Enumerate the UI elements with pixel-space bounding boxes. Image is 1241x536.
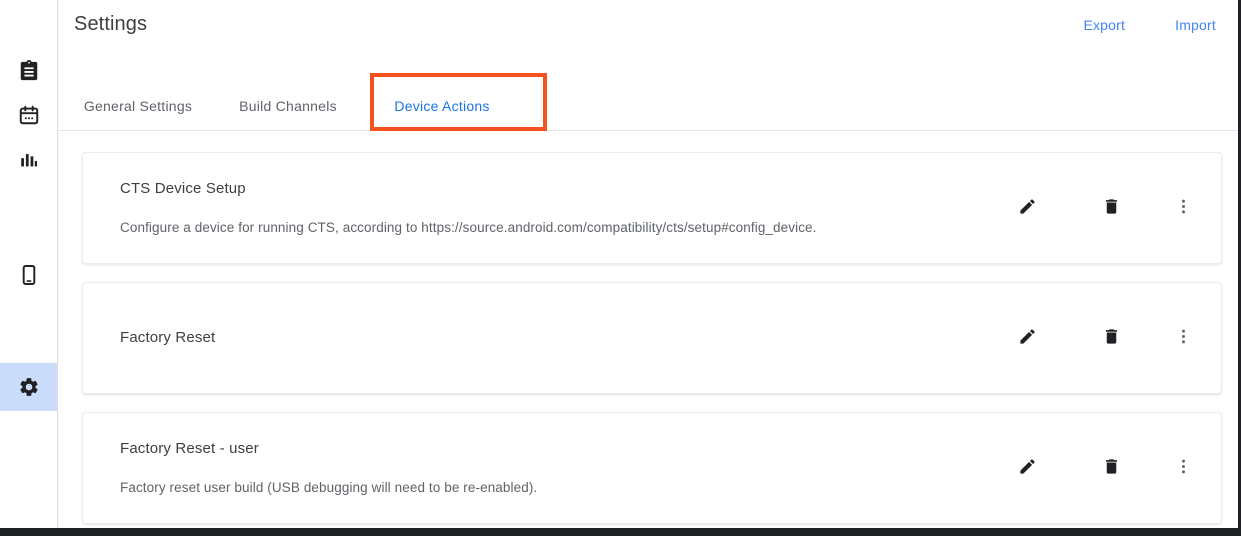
import-button[interactable]: Import (1175, 17, 1216, 33)
edit-button[interactable] (1007, 318, 1047, 358)
device-action-title: CTS Device Setup (120, 179, 246, 197)
delete-button[interactable] (1091, 188, 1131, 228)
trash-icon (1102, 197, 1121, 219)
device-action-text: CTS Device Setup Configure a device for … (83, 179, 1007, 238)
gear-icon (18, 376, 40, 398)
device-action-controls (1007, 448, 1221, 488)
tab-bar: General Settings Build Channels Device A… (74, 82, 506, 130)
more-options-button[interactable] (1163, 448, 1203, 488)
device-actions-panel: CTS Device Setup Configure a device for … (58, 131, 1238, 528)
pencil-icon (1018, 197, 1037, 219)
device-action-controls (1007, 318, 1221, 358)
device-action-description: Configure a device for running CTS, acco… (120, 219, 817, 235)
sidebar-item-devices[interactable] (0, 251, 57, 299)
pencil-icon (1018, 457, 1037, 479)
header-actions: Export Import (1083, 17, 1216, 33)
device-actions-list: CTS Device Setup Configure a device for … (58, 131, 1238, 524)
sidebar-rail (0, 0, 58, 528)
sidebar-item-settings[interactable] (0, 363, 57, 411)
more-options-button[interactable] (1163, 188, 1203, 228)
tab-build-channels[interactable]: Build Channels (224, 82, 352, 130)
export-button[interactable]: Export (1083, 17, 1125, 33)
more-vertical-icon (1174, 197, 1193, 219)
sidebar-item-reports[interactable] (0, 136, 57, 184)
edit-button[interactable] (1007, 188, 1047, 228)
device-action-text: Factory Reset - user Factory reset user … (83, 439, 1007, 498)
device-action-description: Factory reset user build (USB debugging … (120, 479, 538, 495)
page-title: Settings (74, 13, 148, 35)
device-action-card[interactable]: CTS Device Setup Configure a device for … (82, 152, 1222, 264)
edit-button[interactable] (1007, 448, 1047, 488)
clipboard-icon (18, 60, 40, 82)
calendar-icon (18, 104, 40, 126)
more-options-button[interactable] (1163, 318, 1203, 358)
device-action-card[interactable]: Factory Reset - user Factory reset user … (82, 412, 1222, 524)
device-action-card[interactable]: Factory Reset (82, 282, 1222, 394)
delete-button[interactable] (1091, 318, 1131, 358)
bar-chart-icon (18, 149, 40, 171)
sidebar-item-clipboard[interactable] (0, 47, 57, 95)
tab-device-actions[interactable]: Device Actions (378, 82, 506, 130)
device-action-title: Factory Reset - user (120, 439, 259, 457)
more-vertical-icon (1174, 327, 1193, 349)
pencil-icon (1018, 327, 1037, 349)
device-action-text: Factory Reset (83, 328, 1007, 348)
device-action-controls (1007, 188, 1221, 228)
settings-window: Settings Export Import General Settings … (0, 0, 1241, 536)
delete-button[interactable] (1091, 448, 1131, 488)
device-phone-icon (18, 264, 40, 286)
tab-general-settings[interactable]: General Settings (74, 82, 202, 130)
trash-icon (1102, 457, 1121, 479)
sidebar-item-calendar[interactable] (0, 91, 57, 139)
device-action-title: Factory Reset (120, 329, 216, 346)
more-vertical-icon (1174, 457, 1193, 479)
page-header: Settings Export Import General Settings … (58, 0, 1238, 131)
trash-icon (1102, 327, 1121, 349)
